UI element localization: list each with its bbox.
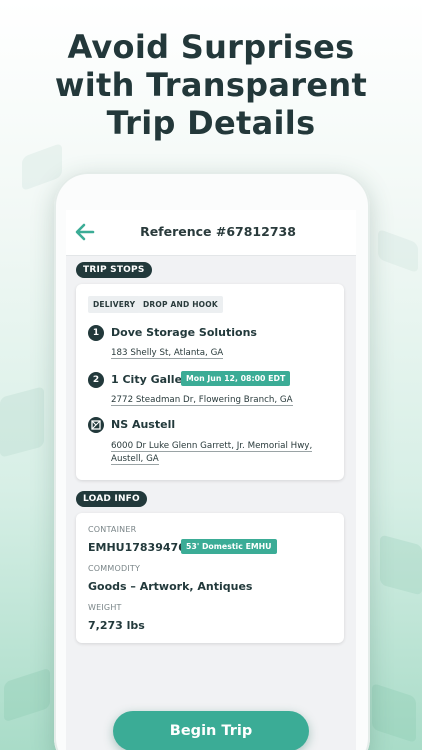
begin-trip-button[interactable]: Begin Trip bbox=[113, 711, 309, 750]
background-shape bbox=[378, 228, 418, 274]
stop-marker: 1 bbox=[88, 325, 104, 341]
stop-address-line[interactable]: 183 Shelly St, Atlanta, GA bbox=[111, 348, 224, 359]
headline-line: with Transparent bbox=[54, 66, 368, 104]
background-shape bbox=[0, 386, 44, 458]
app-header: Reference #67812738 bbox=[66, 210, 356, 256]
stop-address-line[interactable]: Austell, GA bbox=[111, 454, 159, 465]
weight-value: 7,273 lbs bbox=[88, 619, 145, 632]
delivery-tag: DELIVERY bbox=[88, 296, 141, 313]
background-shape bbox=[4, 667, 50, 723]
stop-address[interactable]: 2772 Steadman Dr, Flowering Branch, GA bbox=[111, 394, 293, 407]
trip-stops-section-label: TRIP STOPS bbox=[76, 262, 152, 278]
appointment-badge: Mon Jun 12, 08:00 EDT bbox=[181, 371, 291, 386]
container-type-badge: 53' Domestic EMHU bbox=[181, 539, 277, 554]
background-shape bbox=[22, 142, 62, 192]
stop-address-line[interactable]: 2772 Steadman Dr, Flowering Branch, GA bbox=[111, 395, 293, 406]
load-info-section-label: LOAD INFO bbox=[76, 491, 147, 507]
headline-line: Trip Details bbox=[106, 104, 316, 142]
stop-marker: 2 bbox=[88, 372, 104, 388]
stop-name: Dove Storage Solutions bbox=[111, 326, 257, 339]
headline-line: Avoid Surprises bbox=[67, 28, 355, 66]
commodity-value: Goods – Artwork, Antiques bbox=[88, 580, 253, 593]
load-info-card: CONTAINER EMHU178394768 53' Domestic EMH… bbox=[76, 513, 344, 643]
headline: Avoid Surprises with Transparent Trip De… bbox=[0, 28, 422, 142]
stop-address-line[interactable]: 6000 Dr Luke Glenn Garrett, Jr. Memorial… bbox=[111, 441, 313, 452]
background-shape bbox=[380, 534, 422, 596]
background-shape bbox=[372, 682, 416, 744]
stop-name: NS Austell bbox=[111, 418, 176, 431]
container-value: EMHU178394768 bbox=[88, 541, 194, 554]
stop-address[interactable]: 6000 Dr Luke Glenn Garrett, Jr. Memorial… bbox=[111, 440, 313, 466]
trip-stops-card: DELIVERY DROP AND HOOK 1 Dove Storage So… bbox=[76, 284, 344, 480]
page-title: Reference #67812738 bbox=[140, 224, 296, 239]
yard-icon-glyph bbox=[91, 420, 101, 430]
container-label: CONTAINER bbox=[88, 525, 137, 534]
app-screen: Reference #67812738 TRIP STOPS DELIVERY … bbox=[66, 210, 356, 750]
drop-and-hook-tag: DROP AND HOOK bbox=[138, 296, 223, 313]
yard-icon bbox=[88, 417, 104, 433]
stop-address[interactable]: 183 Shelly St, Atlanta, GA bbox=[111, 347, 224, 360]
weight-label: WEIGHT bbox=[88, 603, 122, 612]
commodity-label: COMMODITY bbox=[88, 564, 141, 573]
